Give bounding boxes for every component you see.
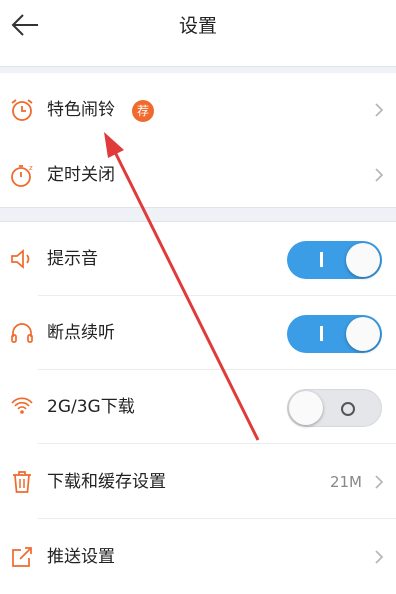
cellular-download-toggle[interactable] [287,389,382,427]
top-bar: 设置 [0,0,396,52]
settings-row-label: 断点续听 [47,323,115,343]
speaker-icon [11,249,30,269]
signal-icon [11,397,33,414]
settings-row-cellular-download: 2G/3G下载 [0,370,396,444]
settings-row-label: 推送设置 [47,547,115,567]
toggle-knob [346,243,380,277]
settings-row-timer-close[interactable]: z 定时关闭 [0,138,396,212]
settings-row-label: 2G/3G下载 [47,397,135,417]
cache-size-value: 21M [329,473,362,491]
toggle-knob [289,391,323,425]
settings-row-push[interactable]: 推送设置 [0,520,396,594]
chevron-right-icon [375,168,384,182]
settings-row-download-cache[interactable]: 下载和缓存设置 21M [0,445,396,519]
settings-row-label: 定时关闭 [47,165,115,185]
chevron-right-icon [375,103,384,117]
resume-listening-toggle[interactable] [287,315,382,353]
alarm-clock-icon [11,99,33,121]
chevron-right-icon [375,475,384,489]
section-gap [0,207,396,222]
share-icon [12,547,32,567]
timer-icon: z [11,164,33,187]
trash-icon [13,471,31,493]
svg-text:z: z [29,164,33,172]
toggle-on-mark [320,326,323,341]
divider [38,443,396,444]
settings-row-label: 下载和缓存设置 [47,472,166,492]
chevron-right-icon [375,550,384,564]
prompt-sound-toggle[interactable] [287,241,382,279]
toggle-knob [346,317,380,351]
settings-row-label: 提示音 [47,249,98,269]
settings-row-prompt-sound: 提示音 [0,222,396,296]
headphones-icon [11,323,33,343]
page-title: 设置 [178,15,217,37]
settings-row-label: 特色闹铃 [47,100,115,120]
toggle-off-mark [341,402,355,416]
settings-row-special-alarm[interactable]: 特色闹铃 荐 [0,73,396,147]
settings-row-resume-listening: 断点续听 [0,296,396,370]
toggle-on-mark [320,252,323,267]
recommended-badge: 荐 [132,100,154,122]
divider [38,518,396,519]
